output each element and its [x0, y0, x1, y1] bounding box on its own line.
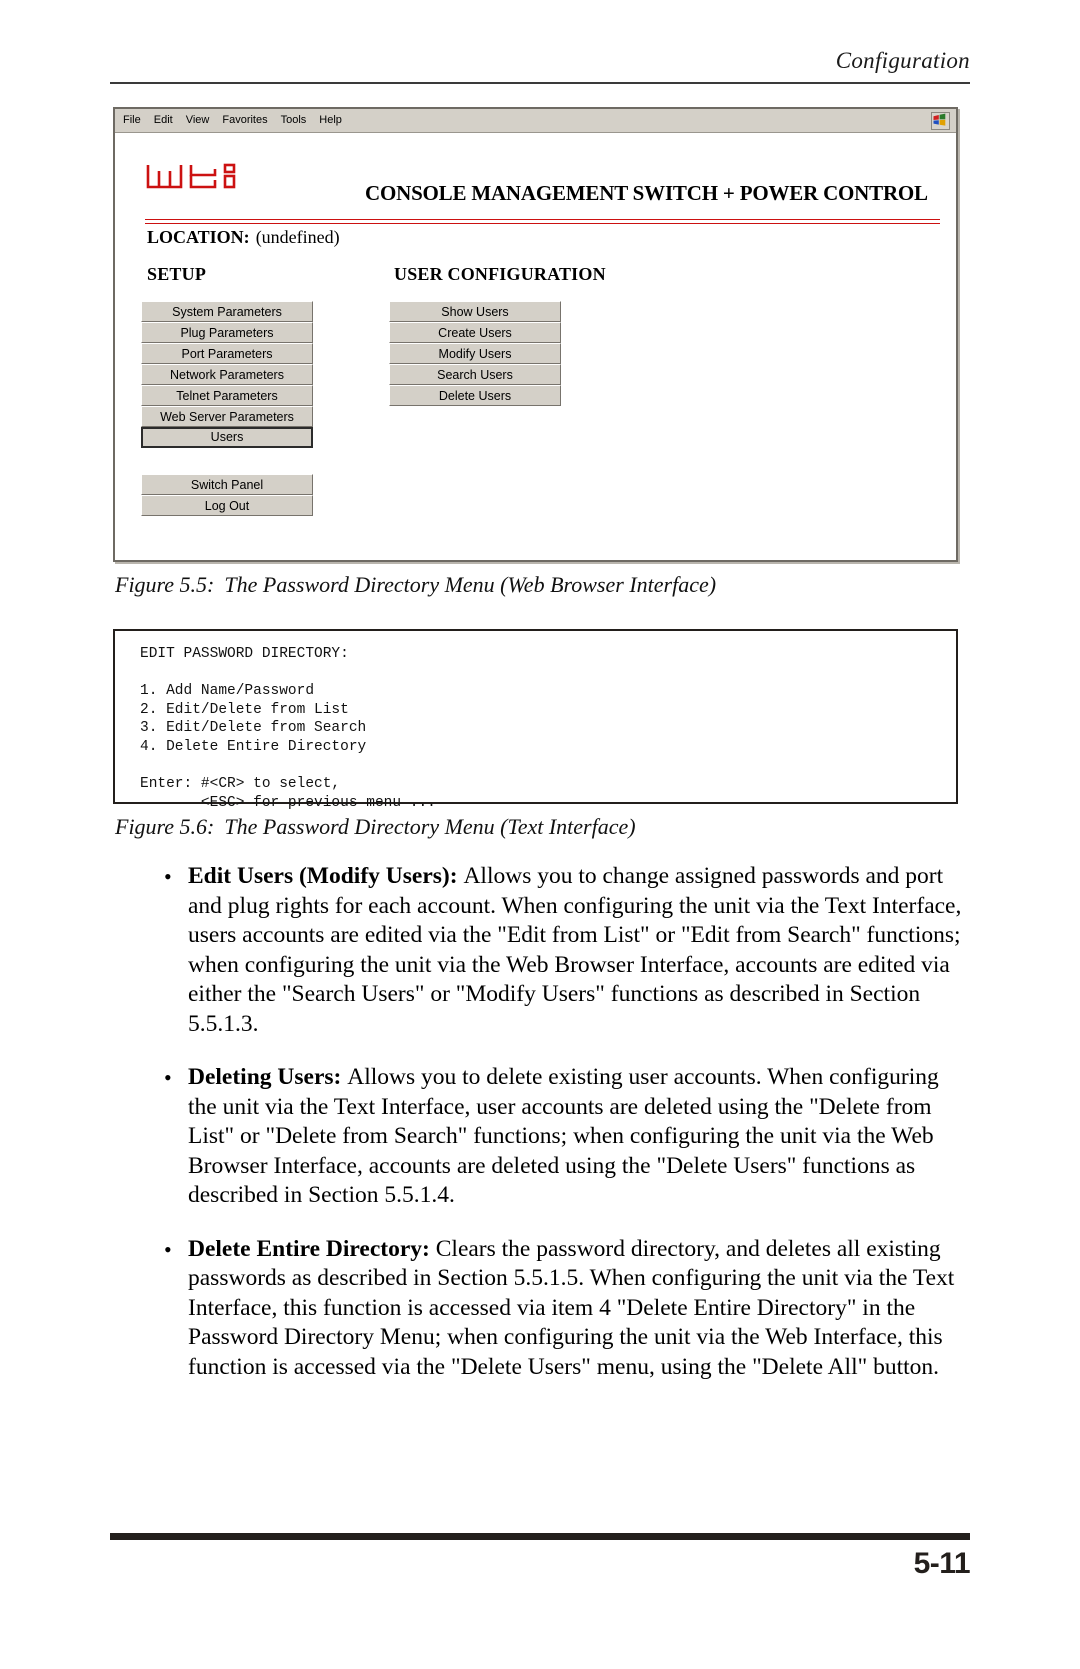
- button-plug-parameters[interactable]: Plug Parameters: [141, 322, 313, 343]
- figure-5-5-title: The Password Directory Menu (Web Browser…: [224, 572, 717, 597]
- bullet-description: Allows you to change assigned passwords …: [188, 863, 962, 1037]
- button-telnet-parameters[interactable]: Telnet Parameters: [141, 385, 313, 406]
- wti-logo-icon: [145, 163, 253, 199]
- button-system-parameters[interactable]: System Parameters: [141, 301, 313, 322]
- button-delete-users[interactable]: Delete Users: [389, 385, 561, 406]
- page-header-title: Configuration: [835, 48, 970, 73]
- page-number: 5-11: [913, 1547, 971, 1580]
- setup-extra-button-group: Switch Panel Log Out: [141, 474, 313, 516]
- location-value: (undefined): [255, 227, 340, 247]
- web-browser-window: File Edit View Favorites Tools Help CONS…: [113, 107, 958, 562]
- product-title: CONSOLE MANAGEMENT SWITCH + POWER CONTRO…: [365, 181, 928, 205]
- button-web-server-parameters[interactable]: Web Server Parameters: [141, 406, 313, 427]
- figure-5-6-number: Figure 5.6:: [115, 814, 215, 839]
- page-running-header: Configuration: [110, 48, 970, 88]
- button-show-users[interactable]: Show Users: [389, 301, 561, 322]
- location-label: LOCATION:: [147, 227, 250, 247]
- bullet-lead: Deleting Users:: [188, 1064, 342, 1090]
- button-modify-users[interactable]: Modify Users: [389, 343, 561, 364]
- figure-5-5-number: Figure 5.5:: [115, 572, 215, 597]
- button-users[interactable]: Users: [141, 427, 313, 448]
- button-search-users[interactable]: Search Users: [389, 364, 561, 385]
- bullet-lead: Delete Entire Directory:: [188, 1235, 430, 1262]
- figure-5-6-caption: Figure 5.6: The Password Directory Menu (…: [115, 814, 636, 840]
- app-masthead: CONSOLE MANAGEMENT SWITCH + POWER CONTRO…: [117, 133, 956, 224]
- button-switch-panel[interactable]: Switch Panel: [141, 474, 313, 495]
- bullet-body: Delete Entire Directory: Clears the passw…: [188, 1235, 970, 1383]
- figure-5-6-title: The Password Directory Menu (Text Interf…: [224, 814, 636, 839]
- bullet-body: Deleting Users: Allows you to delete exis…: [188, 1063, 970, 1211]
- menu-view[interactable]: View: [186, 115, 210, 126]
- bullet-lead: Edit Users (Modify Users):: [188, 863, 458, 889]
- menu-help[interactable]: Help: [319, 115, 342, 126]
- list-item: • Edit Users (Modify Users): Allows you t…: [160, 862, 970, 1039]
- browser-menubar: File Edit View Favorites Tools Help: [115, 109, 956, 133]
- bullet-marker: •: [164, 1236, 172, 1262]
- windows-flag-icon[interactable]: [931, 112, 950, 130]
- bullet-body: Edit Users (Modify Users): Allows you to …: [188, 862, 970, 1039]
- menu-file[interactable]: File: [123, 115, 141, 126]
- bullet-marker: •: [164, 1065, 172, 1090]
- page-footer: 5-11: [110, 1533, 971, 1581]
- text-interface-content: EDIT PASSWORD DIRECTORY: 1. Add Name/Pas…: [140, 646, 436, 811]
- bullet-list: • Edit Users (Modify Users): Allows you t…: [160, 862, 970, 1406]
- button-create-users[interactable]: Create Users: [389, 322, 561, 343]
- footer-divider: [110, 1533, 970, 1540]
- menu-tools[interactable]: Tools: [281, 115, 307, 126]
- text-interface-window: EDIT PASSWORD DIRECTORY: 1. Add Name/Pas…: [113, 629, 958, 811]
- menu-edit[interactable]: Edit: [154, 115, 173, 126]
- location-row: LOCATION: (undefined): [147, 227, 340, 248]
- list-item: • Deleting Users: Allows you to delete ex…: [160, 1063, 970, 1211]
- masthead-divider: [145, 219, 940, 224]
- list-item: • Delete Entire Directory: Clears the pas…: [160, 1235, 970, 1383]
- browser-content-area: CONSOLE MANAGEMENT SWITCH + POWER CONTRO…: [115, 133, 956, 560]
- button-log-out[interactable]: Log Out: [141, 495, 313, 516]
- menu-favorites[interactable]: Favorites: [222, 115, 267, 126]
- user-configuration-button-group: Show Users Create Users Modify Users Sea…: [389, 301, 561, 406]
- header-divider: [110, 82, 970, 84]
- user-configuration-heading: USER CONFIGURATION: [394, 264, 606, 284]
- button-port-parameters[interactable]: Port Parameters: [141, 343, 313, 364]
- setup-button-group: System Parameters Plug Parameters Port P…: [141, 301, 313, 448]
- figure-5-5-caption: Figure 5.5: The Password Directory Menu (…: [115, 572, 716, 598]
- setup-heading: SETUP: [147, 264, 207, 284]
- bullet-marker: •: [164, 864, 172, 889]
- button-network-parameters[interactable]: Network Parameters: [141, 364, 313, 385]
